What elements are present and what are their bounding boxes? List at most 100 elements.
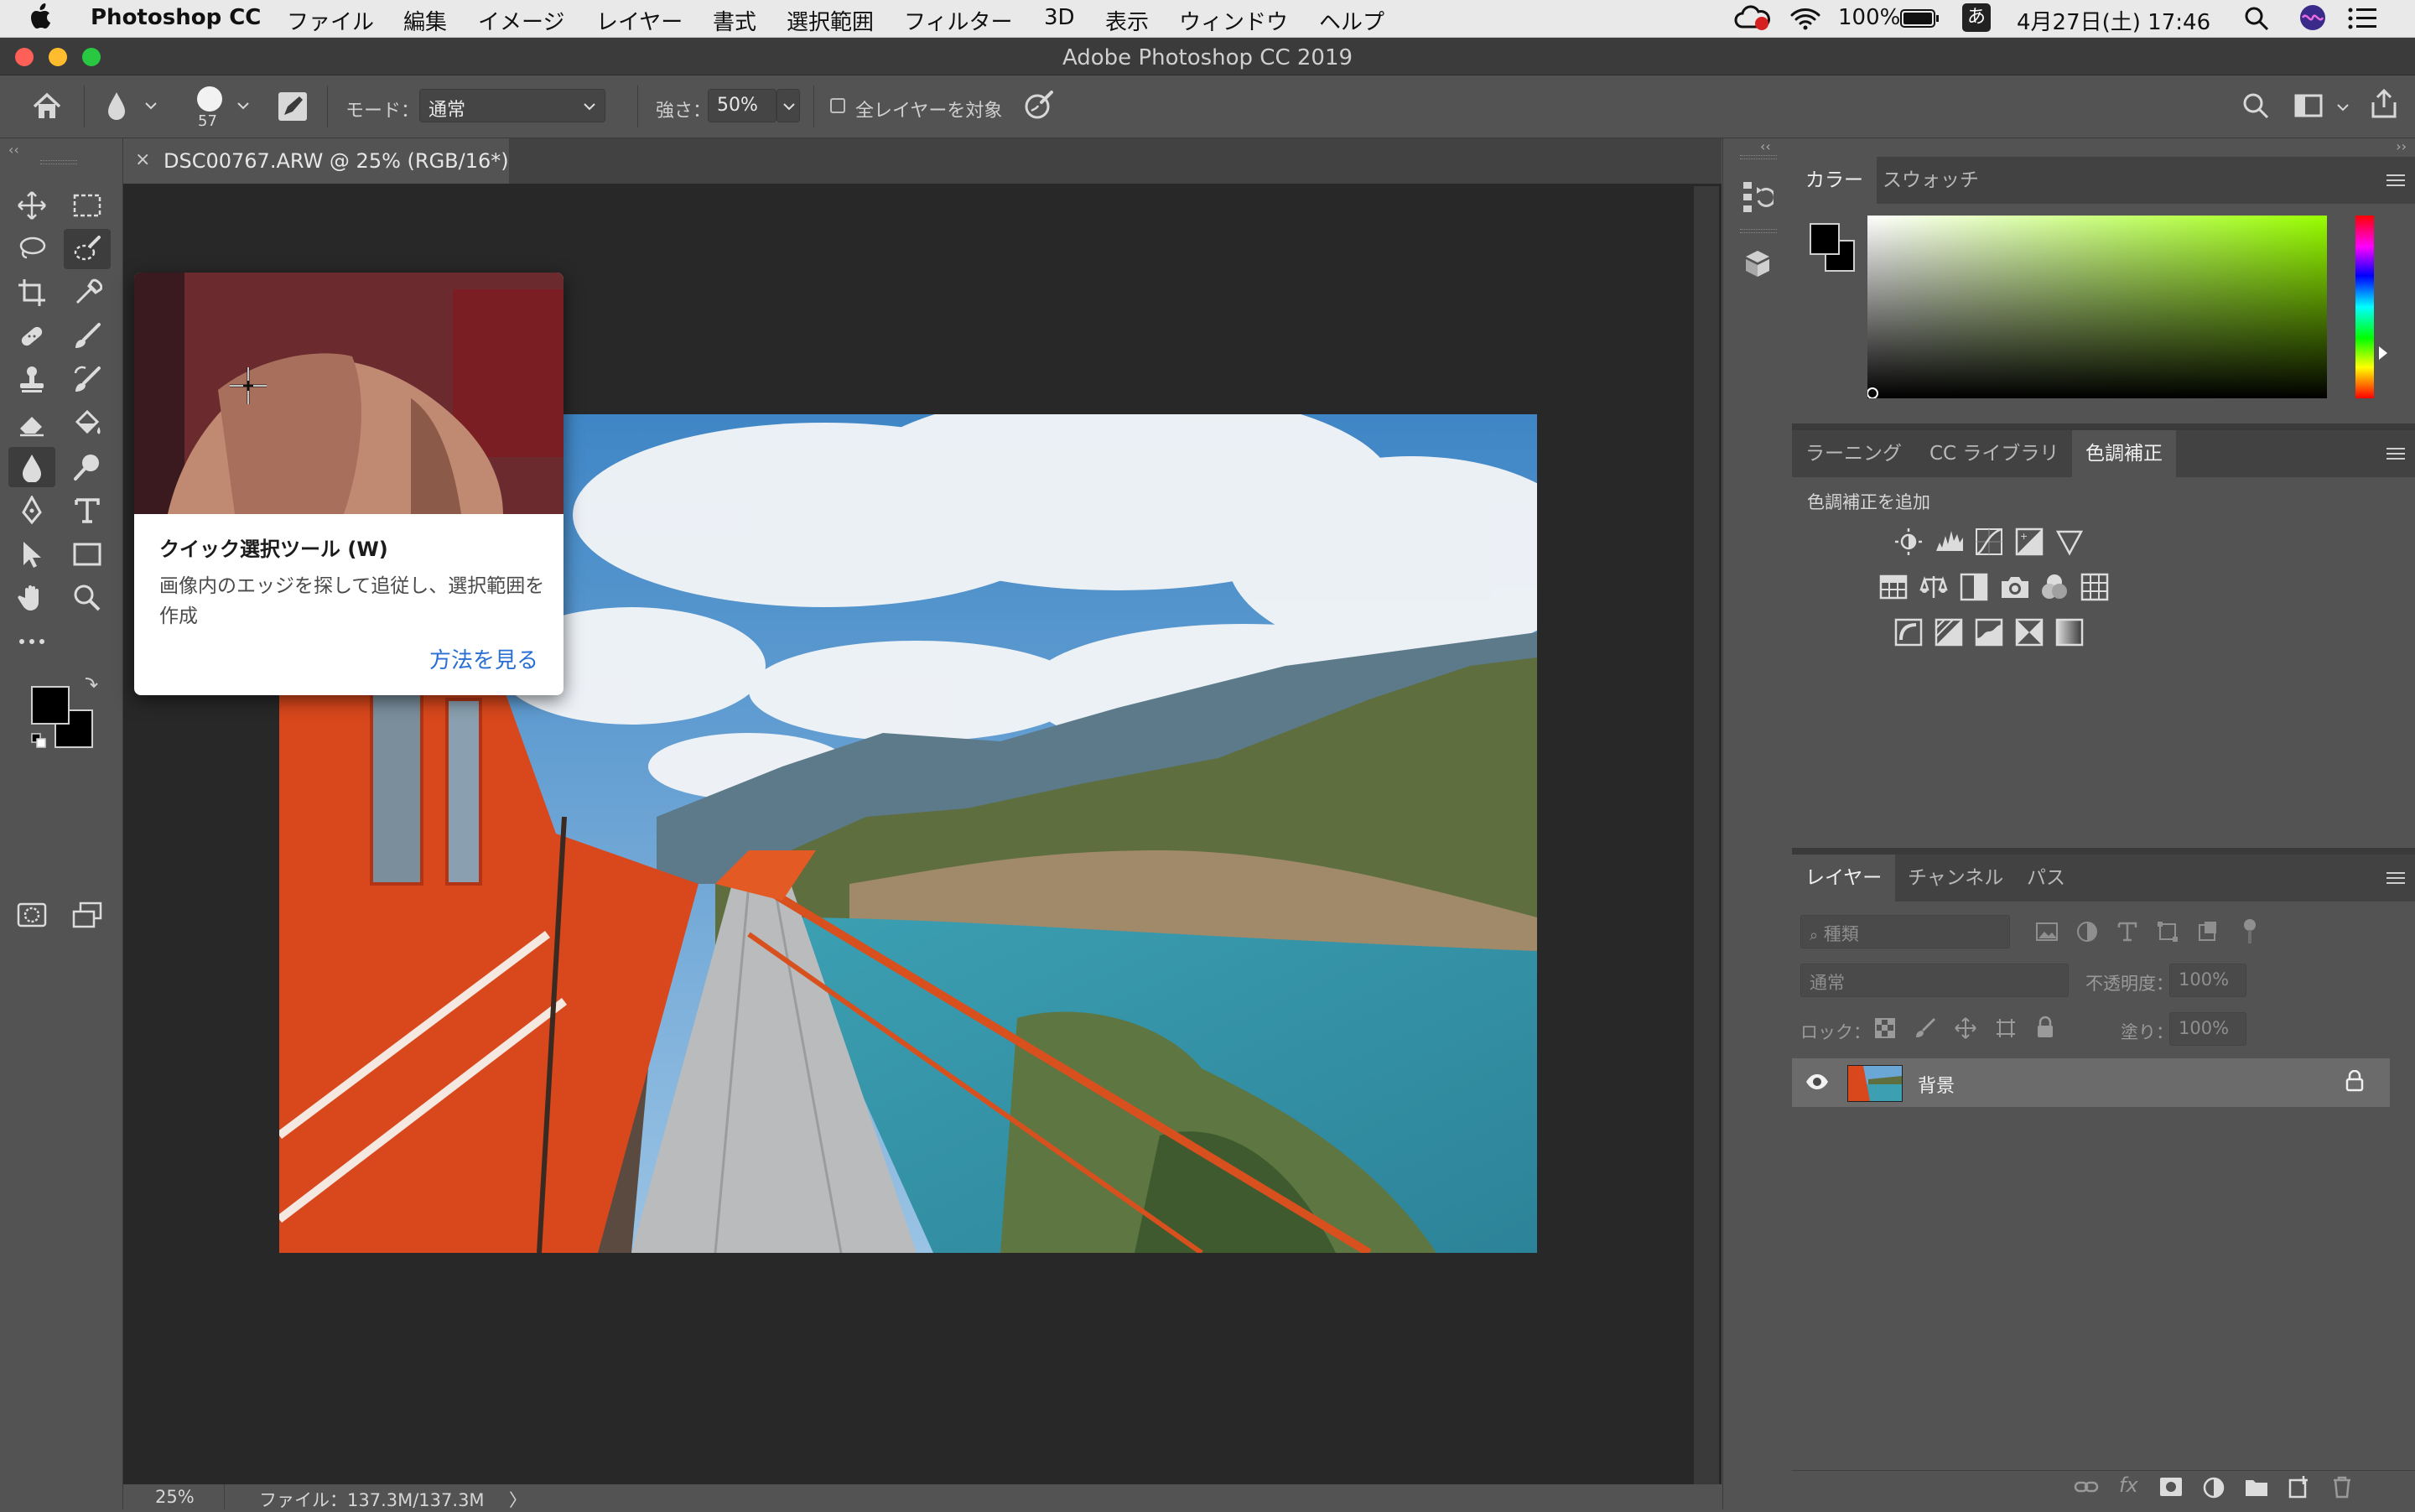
levels-icon[interactable] <box>1935 527 1963 556</box>
chevron-down-icon[interactable] <box>144 101 158 111</box>
app-search-icon[interactable] <box>2242 92 2269 119</box>
dodge-icon[interactable] <box>64 447 111 487</box>
status-menu-arrow[interactable]: 〉 <box>509 1487 527 1512</box>
quick-selection-icon[interactable] <box>64 229 111 269</box>
channel-mixer-icon[interactable] <box>2040 573 2069 601</box>
share-icon[interactable] <box>2370 89 2398 119</box>
pen-icon[interactable] <box>8 491 55 531</box>
move-icon[interactable] <box>8 185 55 226</box>
workspace-icon[interactable] <box>2294 94 2323 117</box>
gradient-map-icon[interactable] <box>2055 618 2084 647</box>
vertical-scrollbar[interactable] <box>1694 186 1719 1484</box>
layer-style-icon[interactable]: fx <box>2119 1473 2138 1497</box>
menu-select[interactable]: 選択範囲 <box>787 5 874 36</box>
tooltip-learn-link[interactable]: 方法を見る <box>429 643 538 674</box>
layers-panel-menu-icon[interactable] <box>2386 871 2405 885</box>
color-picker-field[interactable] <box>1867 216 2327 398</box>
menu-app-name[interactable]: Photoshop CC <box>91 5 261 30</box>
color-lookup-icon[interactable] <box>2080 573 2109 601</box>
lock-pixels-icon[interactable] <box>1914 1017 1936 1039</box>
lasso-icon[interactable] <box>8 229 55 269</box>
exposure-icon[interactable]: + <box>2015 527 2044 556</box>
path-selection-icon[interactable] <box>8 534 55 574</box>
filter-type-icon[interactable] <box>2116 920 2139 943</box>
new-layer-icon[interactable] <box>2288 1475 2310 1499</box>
collapse-panels-icon[interactable]: ›› <box>2396 138 2407 154</box>
brush-chevron-down-icon[interactable] <box>236 101 250 111</box>
brush-icon[interactable] <box>64 316 111 356</box>
collapse-strip-icon[interactable]: ‹‹ <box>1760 138 1771 154</box>
menu-type[interactable]: 書式 <box>713 5 756 36</box>
menu-edit[interactable]: 編集 <box>403 5 447 36</box>
filter-pixel-icon[interactable] <box>2035 920 2059 943</box>
menu-window[interactable]: ウィンドウ <box>1179 5 1288 36</box>
hue-slider[interactable] <box>2355 216 2389 398</box>
opacity-input[interactable]: 100% <box>2169 964 2246 997</box>
lock-all-icon[interactable] <box>2035 1016 2055 1039</box>
lock-artboard-icon[interactable] <box>1995 1017 2017 1039</box>
invert-icon[interactable] <box>1894 618 1923 647</box>
menu-3d[interactable]: 3D <box>1044 5 1075 30</box>
tab-swatches[interactable]: スウォッチ <box>1869 157 1992 204</box>
apple-icon[interactable] <box>30 3 54 30</box>
lock-position-icon[interactable] <box>1955 1017 1976 1039</box>
healing-brush-icon[interactable] <box>8 316 55 356</box>
history-panel-icon[interactable] <box>1742 180 1774 214</box>
lock-transparent-icon[interactable] <box>1874 1017 1896 1039</box>
workspace-chevron-icon[interactable] <box>2336 102 2350 112</box>
tab-paths[interactable]: パス <box>2013 855 2079 901</box>
fill-input[interactable]: 100% <box>2169 1012 2246 1046</box>
filter-shape-icon[interactable] <box>2156 920 2179 943</box>
curves-icon[interactable] <box>1975 527 2003 556</box>
blur-icon[interactable] <box>8 447 55 487</box>
crop-icon[interactable] <box>8 273 55 313</box>
paint-bucket-icon[interactable] <box>64 403 111 444</box>
delete-layer-icon[interactable] <box>2332 1475 2352 1499</box>
type-icon[interactable] <box>64 491 111 531</box>
hand-icon[interactable] <box>8 578 55 618</box>
input-method-indicator[interactable]: あ <box>1962 3 1991 32</box>
all-layers-checkbox[interactable] <box>830 98 845 113</box>
color-swatch-fg-bg[interactable] <box>1809 221 1857 274</box>
new-group-icon[interactable] <box>2245 1477 2268 1497</box>
blend-mode-select[interactable]: 通常 <box>1800 964 2069 997</box>
menu-file[interactable]: ファイル <box>287 5 374 36</box>
zoom-level[interactable]: 25% <box>155 1487 195 1507</box>
posterize-icon[interactable] <box>1935 618 1963 647</box>
menu-filter[interactable]: フィルター <box>904 5 1012 36</box>
black-white-icon[interactable] <box>1960 573 1988 601</box>
adjust-panel-menu-icon[interactable] <box>2386 447 2405 460</box>
screen-mode-icon[interactable] <box>64 895 111 935</box>
blur-tool-preset-icon[interactable] <box>104 89 129 122</box>
foreground-background-colors[interactable] <box>30 677 101 752</box>
add-mask-icon[interactable] <box>2159 1477 2183 1497</box>
more-tools-icon[interactable] <box>8 621 55 662</box>
eye-icon[interactable] <box>1805 1073 1829 1090</box>
tab-cc-libraries[interactable]: CC ライブラリ <box>1916 430 2072 477</box>
menu-help[interactable]: ヘルプ <box>1319 5 1384 36</box>
color-panel-menu-icon[interactable] <box>2386 174 2405 187</box>
new-adjustment-layer-icon[interactable] <box>2203 1477 2225 1499</box>
battery-icon[interactable] <box>1900 8 1940 29</box>
tab-layers[interactable]: レイヤー <box>1792 855 1896 901</box>
pressure-icon[interactable] <box>1023 89 1055 121</box>
panel-grip[interactable] <box>40 160 77 164</box>
color-balance-icon[interactable] <box>1919 573 1948 601</box>
history-brush-icon[interactable] <box>64 360 111 400</box>
menu-layer[interactable]: レイヤー <box>596 5 683 36</box>
layer-filter-select[interactable]: ⌕ 種類 <box>1800 915 2010 948</box>
layer-row-background[interactable]: 背景 <box>1792 1058 2390 1107</box>
siri-icon[interactable] <box>2299 4 2326 31</box>
zoom-icon[interactable] <box>64 578 111 618</box>
properties-panel-icon[interactable] <box>1742 247 1774 281</box>
rectangle-icon[interactable] <box>64 534 111 574</box>
marquee-icon[interactable] <box>64 185 111 226</box>
hue-saturation-icon[interactable] <box>1879 573 1908 601</box>
strength-input[interactable]: 50% <box>708 89 776 122</box>
eyedropper-icon[interactable] <box>64 273 111 313</box>
photo-filter-icon[interactable] <box>2000 573 2028 601</box>
eraser-icon[interactable] <box>8 403 55 444</box>
notification-center-icon[interactable] <box>2348 7 2378 30</box>
selective-color-icon[interactable] <box>2015 618 2044 647</box>
strip-grip-2[interactable] <box>1740 229 1777 233</box>
